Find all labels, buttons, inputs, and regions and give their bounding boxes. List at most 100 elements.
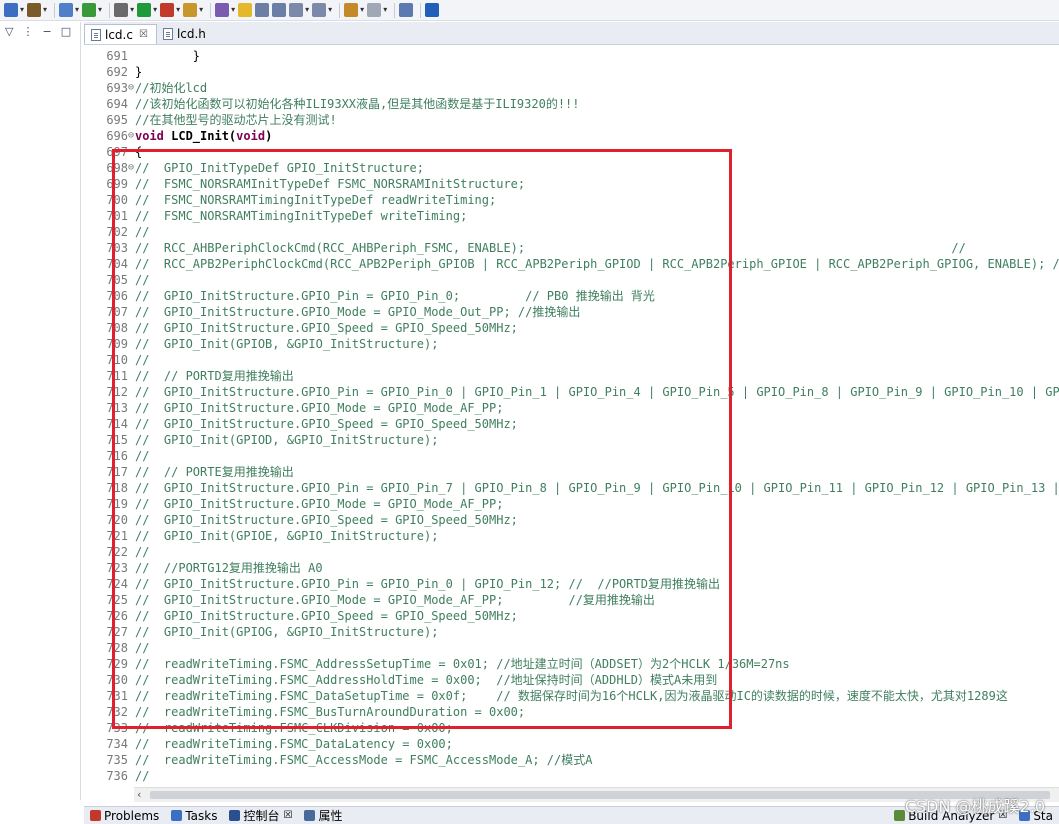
toolbar-separator: [54, 2, 56, 18]
close-tab-icon[interactable]: ☒: [283, 810, 292, 821]
editor-tab[interactable]: lcd.h: [157, 24, 214, 44]
line-number: 695: [106, 113, 128, 127]
block-icon: [255, 3, 270, 17]
dropdown-arrow-icon[interactable]: ▾: [98, 6, 102, 14]
code-text: // readWriteTiming.FSMC_AccessMode = FSM…: [135, 753, 593, 767]
code-text: void LCD_Init(void): [135, 129, 273, 143]
tasks-icon: [171, 810, 183, 821]
code-line[interactable]: 736 //: [84, 768, 1059, 784]
build-icon: [27, 3, 42, 17]
prev-annotation-button[interactable]: ▾: [312, 3, 332, 17]
line-number: 693: [106, 81, 128, 95]
code-line[interactable]: 691 }: [84, 48, 1059, 64]
code-line[interactable]: 692}: [84, 64, 1059, 80]
line-number: 696: [106, 129, 128, 143]
bottom-tab[interactable]: 属性: [304, 807, 342, 824]
dropdown-arrow-icon[interactable]: ▾: [20, 6, 24, 14]
dropdown-arrow-icon[interactable]: ▾: [231, 6, 235, 14]
c-file-icon: [162, 28, 173, 40]
editor-tab-label: lcd.c: [105, 27, 133, 42]
bottom-tab-label: Tasks: [185, 808, 218, 823]
forward-button[interactable]: ▾: [367, 3, 387, 17]
view-menu-icon[interactable]: ⋮: [22, 25, 33, 38]
dropdown-arrow-icon[interactable]: ▾: [305, 6, 309, 14]
main-toolbar: ▾ ▾ ▾ ▾ ▾ ▾ ▾ ▾ ▾ ▾ ▾ ▾ ▾: [0, 0, 1059, 21]
new-file-icon: [59, 3, 74, 17]
editor-tab-label: lcd.h: [176, 27, 206, 41]
run-button[interactable]: ▾: [137, 3, 157, 17]
paragraph-button[interactable]: [272, 3, 287, 17]
bottom-tab-label: 控制台: [243, 809, 280, 823]
properties-icon: [304, 810, 316, 821]
line-number: 692: [106, 65, 128, 79]
debug-button[interactable]: ▾: [114, 3, 134, 17]
minimize-icon[interactable]: −: [42, 25, 51, 38]
filter-icon[interactable]: ▽: [5, 25, 13, 38]
problems-icon: [90, 810, 101, 821]
next-annotation-button[interactable]: ▾: [289, 3, 309, 17]
c-file-icon: [91, 28, 101, 41]
external-tools-icon: [160, 3, 175, 17]
pen-button[interactable]: ▾: [215, 3, 235, 17]
dropdown-arrow-icon[interactable]: ▾: [130, 6, 134, 14]
code-text: // readWriteTiming.FSMC_DataLatency = 0x…: [135, 737, 453, 751]
bottom-tab[interactable]: 控制台 ☒: [229, 807, 292, 824]
code-line[interactable]: 694 //该初始化函数可以初始化各种ILI93XX液晶,但是其他函数是基于ILI…: [84, 96, 1059, 112]
bottom-tab-label: Problems: [104, 808, 160, 823]
toolbar-separator: [339, 2, 341, 18]
editor-tab-bar: lcd.c ☒ lcd.h: [84, 22, 1059, 45]
code-line[interactable]: 735 // readWriteTiming.FSMC_AccessMode = …: [84, 752, 1059, 768]
build-button[interactable]: ▾: [27, 3, 47, 17]
new-project-button[interactable]: ▾: [4, 3, 24, 17]
scroll-left-icon[interactable]: ‹: [137, 788, 141, 801]
dropdown-arrow-icon[interactable]: ▾: [328, 6, 332, 14]
refresh-button[interactable]: ▾: [82, 3, 102, 17]
pin-icon: [399, 3, 414, 17]
info-button[interactable]: [425, 3, 440, 17]
dropdown-arrow-icon[interactable]: ▾: [153, 6, 157, 14]
console-icon: [229, 810, 241, 821]
code-line[interactable]: 696 ⊖ void LCD_Init(void): [84, 128, 1059, 144]
new-file-button[interactable]: ▾: [59, 3, 79, 17]
code-text: //初始化lcd: [135, 81, 208, 95]
toolbar-separator: [109, 2, 111, 18]
forward-icon: [367, 3, 382, 17]
close-tab-icon[interactable]: ☒: [139, 29, 148, 40]
fold-toggle-icon[interactable]: ⊖: [128, 128, 135, 144]
external-tools-button[interactable]: ▾: [160, 3, 180, 17]
block-button[interactable]: [255, 3, 270, 17]
back-button[interactable]: ▾: [344, 3, 364, 17]
watermark: CSDN @桃成蹊2.0: [904, 797, 1045, 816]
highlight-button[interactable]: [238, 3, 253, 17]
dropdown-arrow-icon[interactable]: ▾: [75, 6, 79, 14]
bottom-tab[interactable]: Problems: [90, 809, 159, 823]
prev-annotation-icon: [312, 3, 327, 17]
bottom-tab-label: 属性: [318, 809, 343, 823]
bottom-tab[interactable]: Tasks: [171, 809, 217, 823]
highlight-icon: [238, 3, 253, 17]
code-text: }: [135, 49, 201, 63]
toolbar-separator: [394, 2, 396, 18]
maximize-icon[interactable]: □: [61, 25, 71, 38]
line-number: 734: [106, 737, 128, 751]
dropdown-arrow-icon[interactable]: ▾: [43, 6, 47, 14]
code-line[interactable]: 695 //在其他型号的驱动芯片上没有测试!: [84, 112, 1059, 128]
code-text: }: [135, 65, 143, 79]
editor-tab[interactable]: lcd.c ☒: [84, 24, 157, 44]
pin-button[interactable]: [399, 3, 414, 17]
toolbar-separator: [210, 2, 212, 18]
code-text: //在其他型号的驱动芯片上没有测试!: [135, 113, 337, 127]
new-project-icon: [4, 3, 18, 17]
line-number: 694: [106, 97, 128, 111]
dropdown-arrow-icon[interactable]: ▾: [199, 6, 203, 14]
toolbar-separator: [420, 2, 422, 18]
code-line[interactable]: 693 ⊖//初始化lcd: [84, 80, 1059, 96]
dropdown-arrow-icon[interactable]: ▾: [360, 6, 364, 14]
open-folder-button[interactable]: ▾: [183, 3, 203, 17]
fold-toggle-icon[interactable]: ⊖: [128, 80, 135, 96]
code-text: //该初始化函数可以初始化各种ILI93XX液晶,但是其他函数是基于ILI932…: [135, 97, 580, 111]
refresh-icon: [82, 3, 97, 17]
dropdown-arrow-icon[interactable]: ▾: [176, 6, 180, 14]
dropdown-arrow-icon[interactable]: ▾: [383, 6, 387, 14]
code-line[interactable]: 734 // readWriteTiming.FSMC_DataLatency =…: [84, 736, 1059, 752]
